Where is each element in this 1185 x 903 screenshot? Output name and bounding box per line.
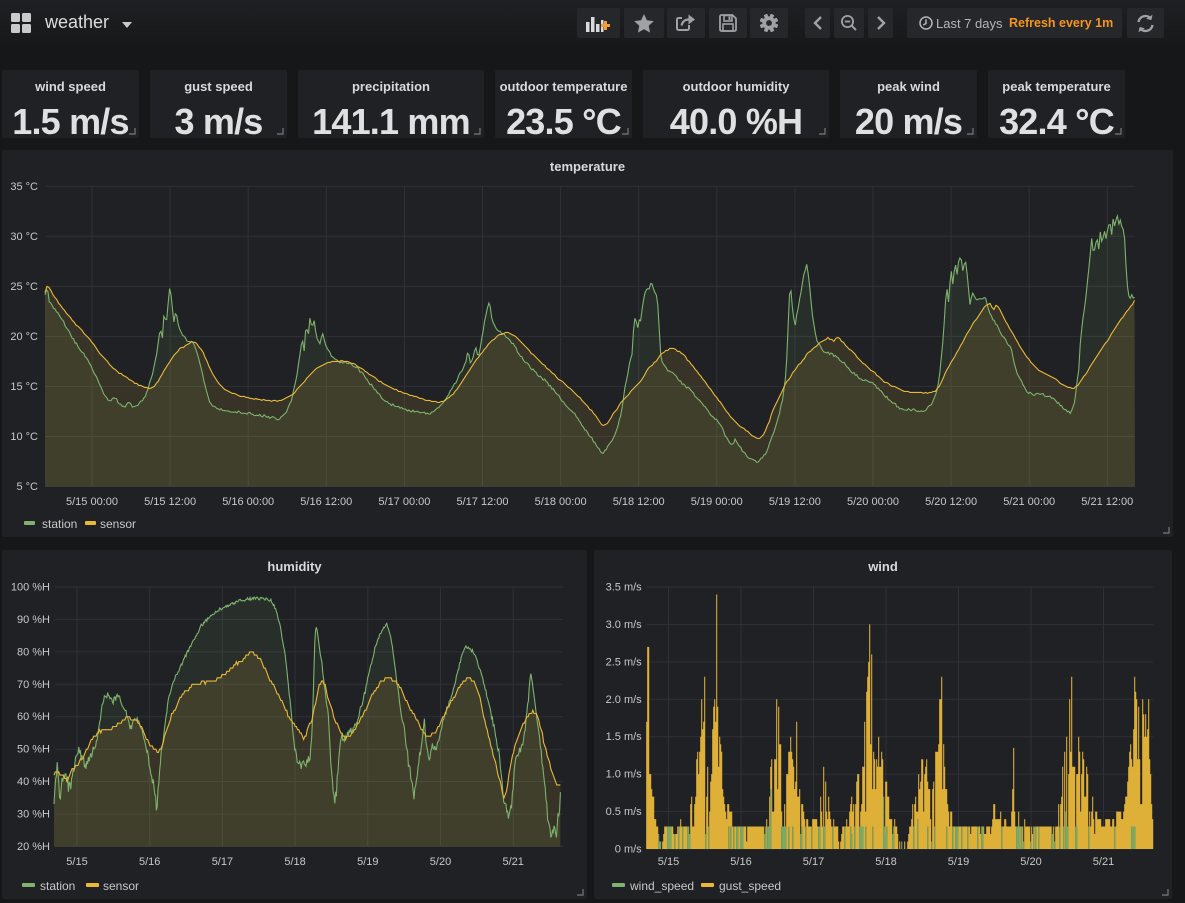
svg-text:15 °C: 15 °C	[10, 381, 38, 393]
svg-text:5/20 12:00: 5/20 12:00	[925, 496, 977, 508]
svg-text:100 %H: 100 %H	[11, 582, 50, 594]
svg-text:5/16 12:00: 5/16 12:00	[300, 496, 352, 508]
svg-text:5/21 12:00: 5/21 12:00	[1081, 496, 1133, 508]
svg-text:gust_speed: gust_speed	[719, 879, 781, 893]
svg-text:5/18 00:00: 5/18 00:00	[535, 496, 587, 508]
svg-text:5/18 12:00: 5/18 12:00	[613, 496, 665, 508]
svg-text:30 %H: 30 %H	[17, 809, 50, 821]
svg-text:0.5 m/s: 0.5 m/s	[606, 806, 643, 818]
svg-text:5/15 00:00: 5/15 00:00	[66, 496, 118, 508]
svg-text:station: station	[40, 879, 75, 893]
svg-text:90 %H: 90 %H	[17, 614, 50, 626]
svg-text:5/17: 5/17	[212, 856, 233, 868]
svg-text:1.0 m/s: 1.0 m/s	[606, 769, 643, 781]
svg-text:70 %H: 70 %H	[17, 679, 50, 691]
svg-text:5/17 00:00: 5/17 00:00	[378, 496, 430, 508]
svg-text:5/19 12:00: 5/19 12:00	[769, 496, 821, 508]
svg-text:35 °C: 35 °C	[10, 181, 38, 193]
svg-text:sensor: sensor	[100, 517, 136, 531]
svg-text:5/18: 5/18	[284, 856, 305, 868]
svg-text:5/16: 5/16	[730, 856, 751, 868]
svg-text:5/21: 5/21	[1093, 856, 1114, 868]
svg-text:5/18: 5/18	[875, 856, 896, 868]
svg-text:2.5 m/s: 2.5 m/s	[606, 656, 643, 668]
svg-text:5/19 00:00: 5/19 00:00	[691, 496, 743, 508]
svg-text:80 %H: 80 %H	[17, 646, 50, 658]
svg-text:5/15: 5/15	[66, 856, 87, 868]
svg-text:30 °C: 30 °C	[10, 231, 38, 243]
svg-text:5/21: 5/21	[502, 856, 523, 868]
svg-text:5/21 00:00: 5/21 00:00	[1003, 496, 1055, 508]
svg-text:2.0 m/s: 2.0 m/s	[606, 694, 643, 706]
svg-text:5/19: 5/19	[357, 856, 378, 868]
svg-text:5/17 12:00: 5/17 12:00	[457, 496, 509, 508]
svg-text:20 °C: 20 °C	[10, 331, 38, 343]
svg-text:5/19: 5/19	[948, 856, 969, 868]
svg-text:3.0 m/s: 3.0 m/s	[606, 619, 643, 631]
svg-text:60 %H: 60 %H	[17, 711, 50, 723]
svg-text:10 °C: 10 °C	[10, 431, 38, 443]
svg-text:5/16 00:00: 5/16 00:00	[222, 496, 274, 508]
svg-text:5/15 12:00: 5/15 12:00	[144, 496, 196, 508]
svg-text:5 °C: 5 °C	[16, 481, 38, 493]
svg-text:3.5 m/s: 3.5 m/s	[606, 582, 643, 594]
svg-text:5/16: 5/16	[139, 856, 160, 868]
svg-text:5/17: 5/17	[803, 856, 824, 868]
svg-text:0 m/s: 0 m/s	[615, 844, 642, 856]
svg-text:sensor: sensor	[103, 879, 139, 893]
svg-text:50 %H: 50 %H	[17, 744, 50, 756]
svg-text:40 %H: 40 %H	[17, 776, 50, 788]
svg-text:wind_speed: wind_speed	[629, 879, 694, 893]
svg-text:5/20 00:00: 5/20 00:00	[847, 496, 899, 508]
svg-text:1.5 m/s: 1.5 m/s	[606, 731, 643, 743]
svg-text:5/20: 5/20	[1020, 856, 1041, 868]
svg-text:20 %H: 20 %H	[17, 841, 50, 853]
svg-text:5/20: 5/20	[430, 856, 451, 868]
svg-text:5/15: 5/15	[658, 856, 679, 868]
svg-text:station: station	[42, 517, 77, 531]
svg-text:25 °C: 25 °C	[10, 281, 38, 293]
